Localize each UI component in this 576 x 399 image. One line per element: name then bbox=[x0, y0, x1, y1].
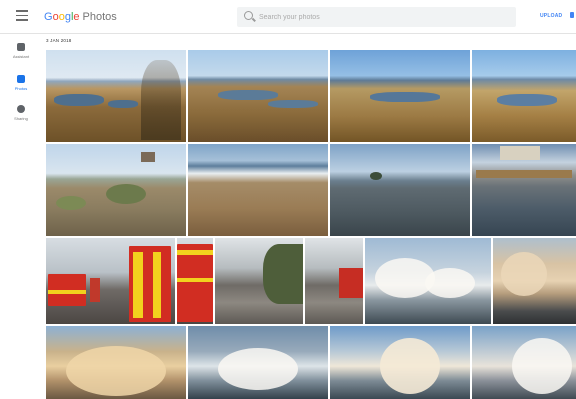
photo-thumbnail[interactable] bbox=[129, 238, 175, 324]
google-wordmark: Google bbox=[44, 11, 80, 23]
search-icon[interactable] bbox=[244, 11, 253, 20]
photo-thumbnail[interactable] bbox=[365, 238, 491, 324]
more-options-icon[interactable] bbox=[570, 12, 574, 18]
top-bar: GooglePhotos UPLOAD bbox=[0, 0, 576, 34]
photo-thumbnail[interactable] bbox=[46, 144, 186, 236]
upload-button[interactable]: UPLOAD bbox=[540, 13, 562, 19]
photos-icon bbox=[17, 75, 25, 83]
photo-thumbnail[interactable] bbox=[305, 238, 363, 324]
side-navigation: Assistant Photos Sharing bbox=[0, 35, 40, 399]
google-photos-window: GooglePhotos UPLOAD Assistant Photos Sha… bbox=[0, 0, 576, 399]
search-bar[interactable] bbox=[237, 7, 516, 27]
product-name: Photos bbox=[82, 11, 117, 23]
photo-thumbnail[interactable] bbox=[472, 50, 576, 142]
search-input[interactable] bbox=[259, 9, 509, 25]
main-menu-icon[interactable] bbox=[16, 10, 28, 22]
photo-thumbnail[interactable] bbox=[188, 144, 328, 236]
sharing-icon bbox=[17, 105, 25, 113]
photo-thumbnail[interactable] bbox=[215, 238, 303, 324]
photo-thumbnail[interactable] bbox=[330, 50, 470, 142]
app-logo[interactable]: Google Photos bbox=[44, 9, 117, 25]
assistant-icon bbox=[17, 43, 25, 51]
photo-thumbnail[interactable] bbox=[46, 238, 130, 324]
sidebar-item-assistant[interactable]: Assistant bbox=[6, 43, 36, 69]
sidebar-item-label: Assistant bbox=[12, 54, 30, 59]
photo-thumbnail[interactable] bbox=[46, 326, 186, 399]
photo-thumbnail[interactable] bbox=[330, 144, 470, 236]
photo-thumbnail[interactable] bbox=[188, 326, 328, 399]
photo-thumbnail[interactable] bbox=[46, 50, 186, 142]
photo-thumbnail[interactable] bbox=[472, 144, 576, 236]
photo-thumbnail[interactable] bbox=[493, 238, 576, 324]
photo-thumbnail[interactable] bbox=[188, 50, 328, 142]
sidebar-item-label: Sharing bbox=[14, 116, 28, 121]
date-header: 3 JAN 2018 bbox=[46, 38, 72, 43]
sidebar-item-sharing[interactable]: Sharing bbox=[6, 105, 36, 131]
photo-thumbnail[interactable] bbox=[330, 326, 470, 399]
sidebar-item-photos[interactable]: Photos bbox=[6, 75, 36, 101]
sidebar-item-label: Photos bbox=[14, 86, 28, 91]
photo-thumbnail[interactable] bbox=[472, 326, 576, 399]
photo-thumbnail[interactable] bbox=[177, 238, 213, 324]
